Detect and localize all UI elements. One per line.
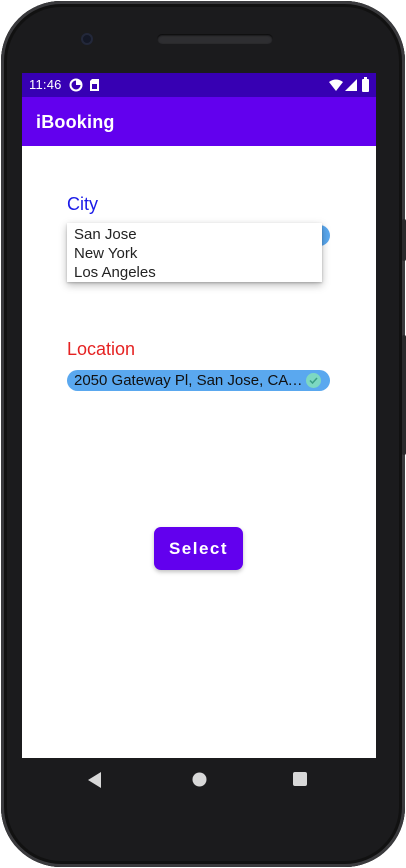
app-title: iBooking	[36, 112, 115, 132]
app-bar: iBooking	[22, 97, 376, 146]
city-option-new-york[interactable]: New York	[74, 245, 137, 262]
city-option-san-jose[interactable]: San Jose	[74, 226, 137, 243]
front-camera	[81, 33, 93, 45]
recents-icon[interactable]	[293, 772, 307, 786]
screen: 11:46 iBooking City San Jose New York Lo…	[22, 73, 376, 758]
location-label: Location	[67, 339, 136, 359]
check-icon	[306, 373, 321, 388]
status-bar: 11:46	[22, 73, 376, 97]
city-option-los-angeles[interactable]: Los Angeles	[74, 264, 156, 281]
city-label: City	[67, 194, 98, 214]
power-button	[402, 219, 406, 261]
earpiece-speaker	[157, 34, 273, 44]
back-icon[interactable]	[88, 772, 102, 788]
volume-button	[402, 335, 406, 455]
data-saver-icon	[69, 78, 83, 92]
home-icon[interactable]	[192, 772, 207, 787]
battery-icon	[362, 77, 369, 92]
sim-card-icon	[90, 79, 99, 91]
wifi-icon	[329, 79, 343, 91]
city-dropdown-menu: San Jose New York Los Angeles	[67, 223, 322, 282]
signal-icon	[345, 79, 357, 91]
navigation-bar	[22, 758, 376, 802]
status-time: 11:46	[29, 77, 62, 92]
location-value: 2050 Gateway Pl, San Jose, CA 951...	[74, 372, 306, 389]
select-button[interactable]: Select	[154, 527, 243, 570]
location-spinner[interactable]: 2050 Gateway Pl, San Jose, CA 951...	[67, 370, 330, 391]
